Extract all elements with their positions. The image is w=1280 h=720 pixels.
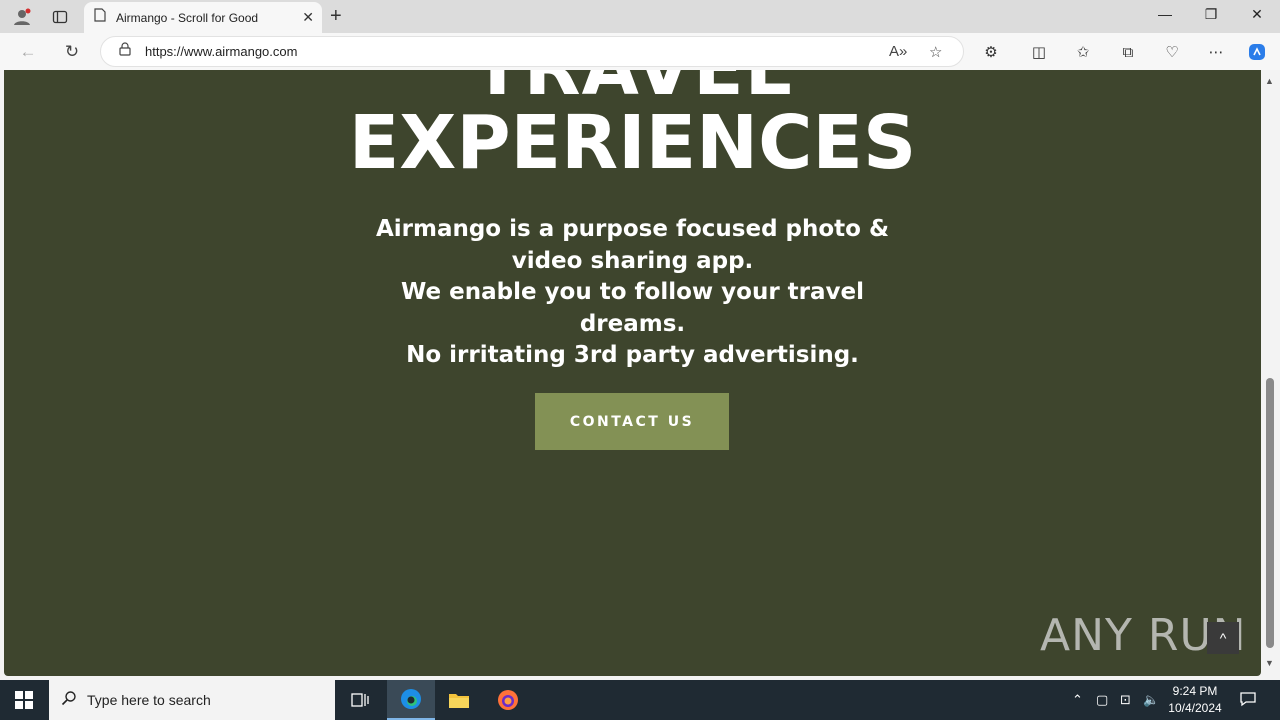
firefox-icon[interactable]	[484, 680, 532, 720]
show-hidden-icons[interactable]: ⌃	[1072, 692, 1083, 708]
extensions-icon[interactable]: ⚙	[980, 41, 1002, 63]
browser-essentials-icon[interactable]: ♡	[1161, 41, 1183, 63]
system-clock[interactable]: 9:24 PM 10/4/2024	[1160, 683, 1230, 717]
browser-toolbar: ← ↻ https://www.airmango.com A» ☆ ⚙ ◫ ✩ …	[0, 33, 1280, 70]
taskbar-search[interactable]: Type here to search	[49, 680, 335, 720]
network-icon[interactable]: ⊡	[1120, 692, 1131, 708]
favorites-icon[interactable]: ✩	[1072, 41, 1094, 63]
edge-icon[interactable]	[387, 680, 435, 720]
address-bar[interactable]: https://www.airmango.com A» ☆	[100, 36, 964, 67]
page-viewport: TRAVEL EXPERIENCES Airmango is a purpose…	[4, 70, 1261, 676]
close-icon[interactable]: ✕	[302, 9, 314, 26]
page-icon	[94, 8, 106, 27]
collections-icon[interactable]: ⧉	[1117, 41, 1139, 63]
lock-icon[interactable]	[119, 42, 131, 61]
scroll-up-icon[interactable]: ▲	[1265, 76, 1274, 86]
clock-date: 10/4/2024	[1168, 701, 1222, 715]
back-to-top-button[interactable]: ^	[1207, 622, 1239, 654]
hero-copy-line-3: No irritating 3rd party advertising.	[406, 342, 859, 368]
copilot-icon[interactable]	[1246, 41, 1268, 63]
hero-copy-line-1: Airmango is a purpose focused photo & vi…	[375, 216, 890, 274]
task-view-icon[interactable]	[336, 680, 384, 720]
new-tab-button[interactable]: +	[330, 5, 342, 27]
hero-copy: Airmango is a purpose focused photo & vi…	[4, 214, 1261, 372]
contact-us-button[interactable]: CONTACT US	[535, 393, 729, 450]
restore-button[interactable]: ❐	[1201, 6, 1221, 23]
tab-title: Airmango - Scroll for Good	[116, 10, 259, 25]
active-tab[interactable]: Airmango - Scroll for Good ✕	[84, 2, 322, 33]
close-window-button[interactable]: ✕	[1247, 6, 1267, 23]
windows-start-icon[interactable]	[0, 680, 48, 720]
scroll-down-icon[interactable]: ▼	[1265, 658, 1274, 668]
profile-icon[interactable]	[10, 5, 34, 29]
refresh-icon[interactable]: ↻	[61, 41, 83, 63]
notifications-icon[interactable]	[1239, 690, 1257, 711]
minimize-button[interactable]: —	[1155, 6, 1175, 22]
taskbar: Type here to search ⌃ ▢ ⊡ 🔈 9:24 PM 10/4…	[0, 680, 1280, 720]
search-icon	[61, 690, 77, 711]
file-explorer-icon[interactable]	[435, 680, 483, 720]
back-icon[interactable]: ←	[17, 41, 39, 63]
scroll-thumb[interactable]	[1266, 378, 1274, 648]
hero-copy-line-2: We enable you to follow your travel drea…	[400, 279, 865, 337]
split-screen-icon[interactable]: ◫	[1028, 41, 1050, 63]
meet-now-icon[interactable]: ▢	[1096, 692, 1108, 708]
read-aloud-icon[interactable]: A»	[889, 43, 907, 60]
favorite-icon[interactable]: ☆	[929, 43, 942, 61]
page-scrollbar[interactable]: ▲ ▼	[1261, 70, 1280, 676]
clock-time: 9:24 PM	[1172, 684, 1218, 698]
volume-icon[interactable]: 🔈	[1143, 692, 1159, 708]
hero-heading: EXPERIENCES	[348, 100, 917, 186]
search-placeholder: Type here to search	[87, 692, 211, 708]
tab-actions-icon[interactable]	[48, 5, 72, 29]
tab-strip: Airmango - Scroll for Good ✕ + — ❐ ✕	[0, 0, 1280, 33]
url-text: https://www.airmango.com	[145, 44, 298, 59]
more-icon[interactable]: ⋯	[1205, 41, 1227, 63]
